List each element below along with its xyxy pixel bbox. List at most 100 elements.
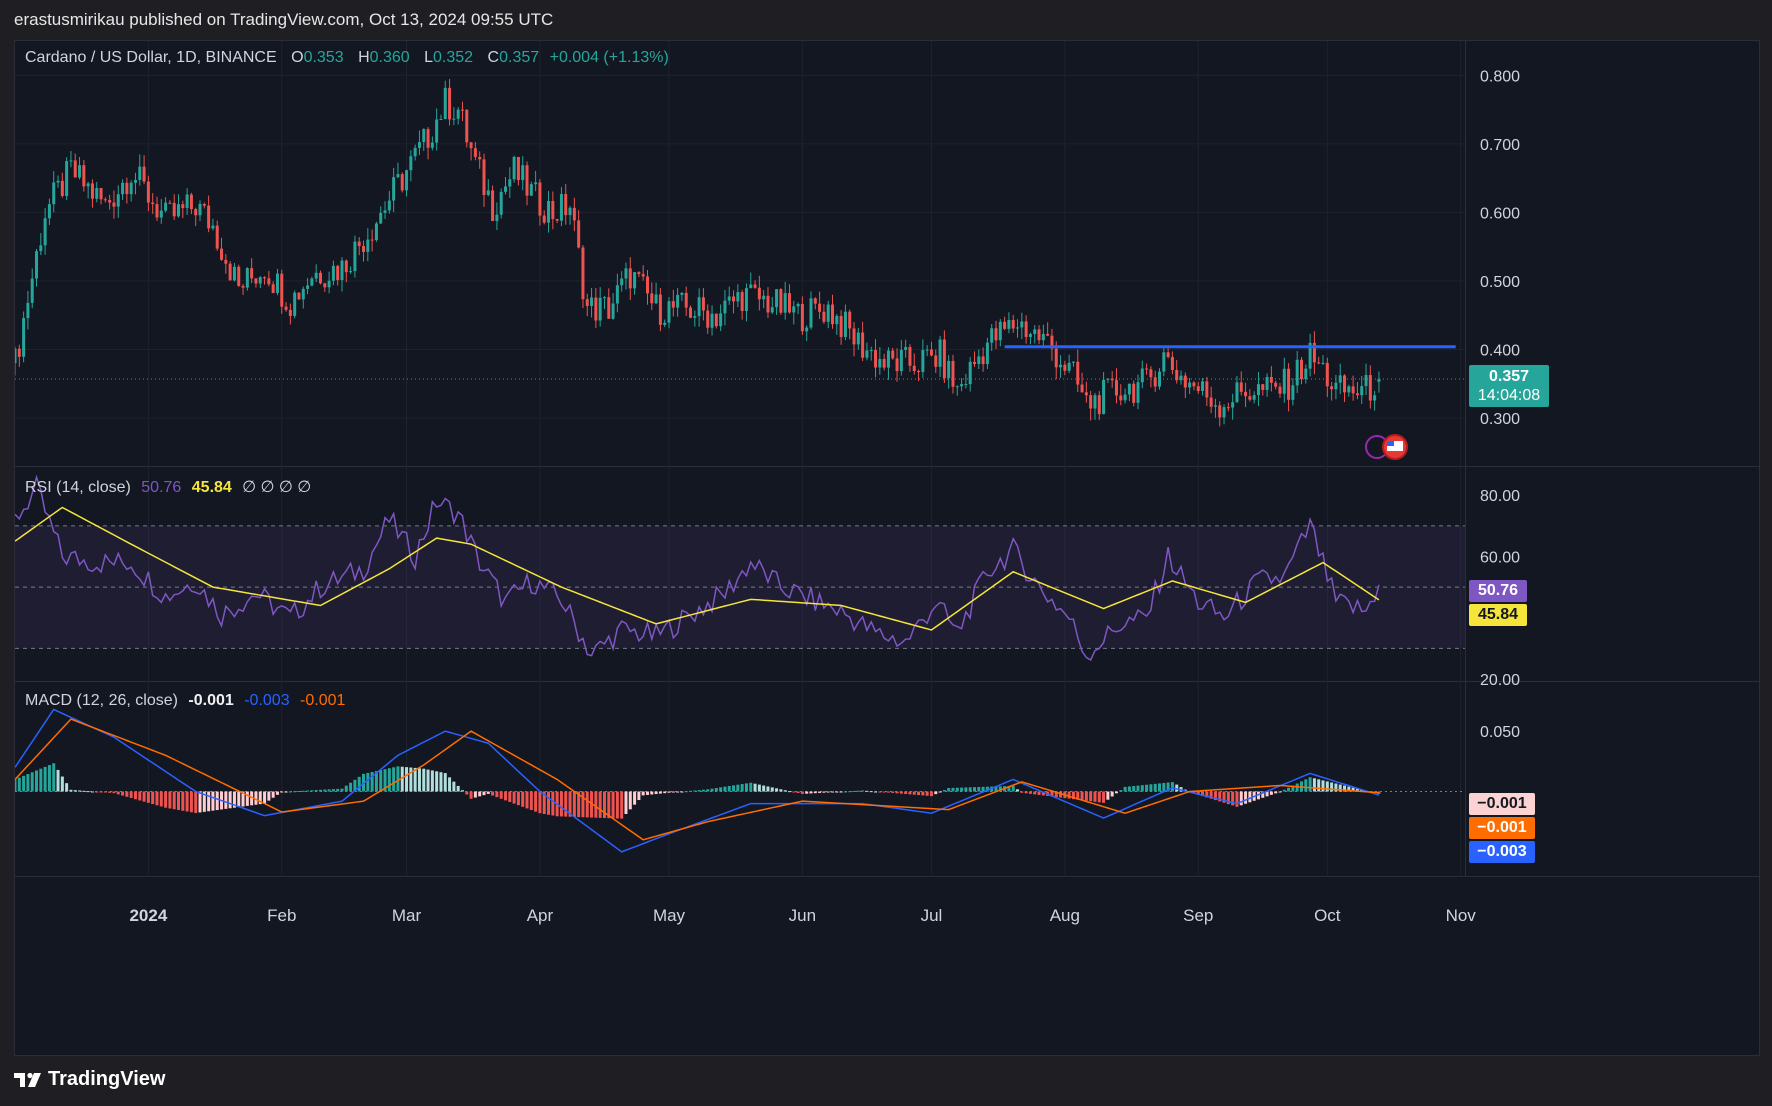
candle-body — [478, 156, 482, 160]
macd-histogram-bar — [831, 791, 835, 793]
candle-body — [452, 118, 456, 120]
macd-histogram-bar — [1080, 791, 1084, 801]
tradingview-logo[interactable]: TradingView — [14, 1068, 165, 1091]
macd-histogram-bar — [706, 789, 710, 792]
candle-body — [822, 311, 826, 322]
candle-body — [65, 161, 69, 196]
macd-histogram-bar — [211, 791, 215, 811]
candle-body — [207, 205, 211, 229]
macd-histogram-bar — [1123, 786, 1127, 792]
chart-frame[interactable]: 2024 Feb Mar Apr May Jun Jul Aug Sep Oct Nov 0.300 0… — [14, 40, 1760, 1056]
macd-legend[interactable]: MACD (12, 26, close) -0.001 -0.003 -0.00… — [25, 692, 345, 710]
candle-body — [181, 204, 185, 209]
macd-histogram-bar — [1033, 791, 1037, 795]
candle-body — [439, 119, 443, 121]
macd-histogram-bar — [723, 786, 727, 792]
candle-body — [516, 156, 520, 181]
candle-body — [809, 298, 813, 328]
candle-body — [258, 277, 262, 284]
candle-body — [955, 386, 959, 388]
macd-histogram-bar — [396, 766, 400, 792]
macd-histogram-bar — [181, 791, 185, 811]
macd-histogram-bar — [340, 788, 344, 792]
candle-body — [232, 266, 236, 281]
macd-histogram-bar — [856, 790, 860, 792]
macd-histogram-bar — [43, 766, 47, 792]
macd-histogram-bar — [1016, 789, 1020, 792]
candle-body — [1080, 384, 1084, 393]
macd-signal-value: -0.001 — [300, 692, 346, 709]
macd-histogram-bar — [869, 791, 873, 793]
macd-histogram-bar — [495, 791, 499, 798]
macd-histogram-bar — [1278, 791, 1282, 793]
candle-body — [951, 360, 955, 387]
candle-body — [990, 328, 994, 343]
candle-body — [323, 283, 327, 288]
macd-histogram-bar — [740, 784, 744, 792]
candle-body — [1269, 376, 1273, 383]
candle-body — [865, 350, 869, 358]
candle-body — [340, 260, 344, 281]
macd-histogram-bar — [1235, 791, 1239, 807]
candle-body — [275, 273, 279, 293]
macd-histogram-bar — [912, 791, 916, 795]
macd-histogram-bar — [121, 791, 125, 796]
candle-body — [142, 166, 146, 182]
rsi-legend[interactable]: RSI (14, close) 50.76 45.84 ∅ ∅ ∅ ∅ — [25, 477, 311, 497]
macd-histogram-bar — [534, 791, 538, 812]
macd-histogram-bar — [598, 791, 602, 818]
time-axis-label: Nov — [1446, 906, 1477, 925]
macd-histogram-bar — [529, 791, 533, 811]
candle-body — [69, 160, 73, 162]
macd-histogram-bar — [968, 787, 972, 792]
macd-histogram-bar — [473, 791, 477, 798]
candle-body — [542, 215, 546, 223]
macd-histogram-bar — [194, 791, 198, 814]
candle-body — [409, 156, 413, 171]
macd-histogram-bar — [1153, 783, 1157, 792]
candle-body — [56, 180, 60, 183]
candle-body — [1084, 392, 1088, 396]
candle-body — [723, 300, 727, 314]
candle-body — [547, 201, 551, 223]
candle-body — [878, 358, 882, 368]
candle-body — [1192, 382, 1196, 387]
candle-body — [848, 311, 852, 329]
candle-body — [654, 294, 658, 304]
candle-body — [645, 276, 649, 294]
candle-body — [977, 356, 981, 364]
candle-body — [1136, 382, 1140, 403]
time-axis-label: Jul — [921, 906, 943, 925]
symbol-title[interactable]: Cardano / US Dollar, 1D, BINANCE — [25, 49, 277, 66]
macd-histogram-bar — [60, 776, 64, 792]
candle-body — [263, 277, 267, 279]
chart-canvas[interactable]: 2024 Feb Mar Apr May Jun Jul Aug Sep Oct Nov 0.300 0… — [15, 41, 1759, 1055]
candle-body — [658, 294, 662, 325]
macd-histogram-bar — [39, 768, 43, 792]
brand-name: TradingView — [48, 1068, 166, 1090]
candle-body — [469, 142, 473, 149]
rsi-value-tag: 50.76 — [1469, 580, 1527, 602]
candle-body — [159, 210, 163, 218]
candle-body — [1170, 356, 1174, 370]
macd-histogram-bar — [30, 772, 34, 792]
macd-histogram-bar — [908, 791, 912, 795]
macd-histogram-bar — [615, 791, 619, 819]
candle-body — [555, 219, 559, 221]
candle-body — [895, 358, 899, 372]
rsi-axis-label: 60.00 — [1480, 549, 1520, 566]
candle-body — [964, 384, 968, 386]
candle-body — [155, 204, 159, 218]
macd-histogram-bar — [676, 791, 680, 793]
time-axis-label: May — [653, 906, 686, 925]
candle-body — [585, 299, 589, 306]
candle-body — [448, 87, 452, 120]
candle-body — [465, 109, 469, 143]
candle-body — [684, 292, 688, 308]
macd-histogram-bar — [435, 771, 439, 792]
macd-histogram-bar — [658, 791, 662, 794]
candle-body — [189, 194, 193, 210]
macd-histogram-bar — [482, 791, 486, 796]
candle-body — [676, 294, 680, 308]
macd-histogram-bar — [585, 791, 589, 818]
